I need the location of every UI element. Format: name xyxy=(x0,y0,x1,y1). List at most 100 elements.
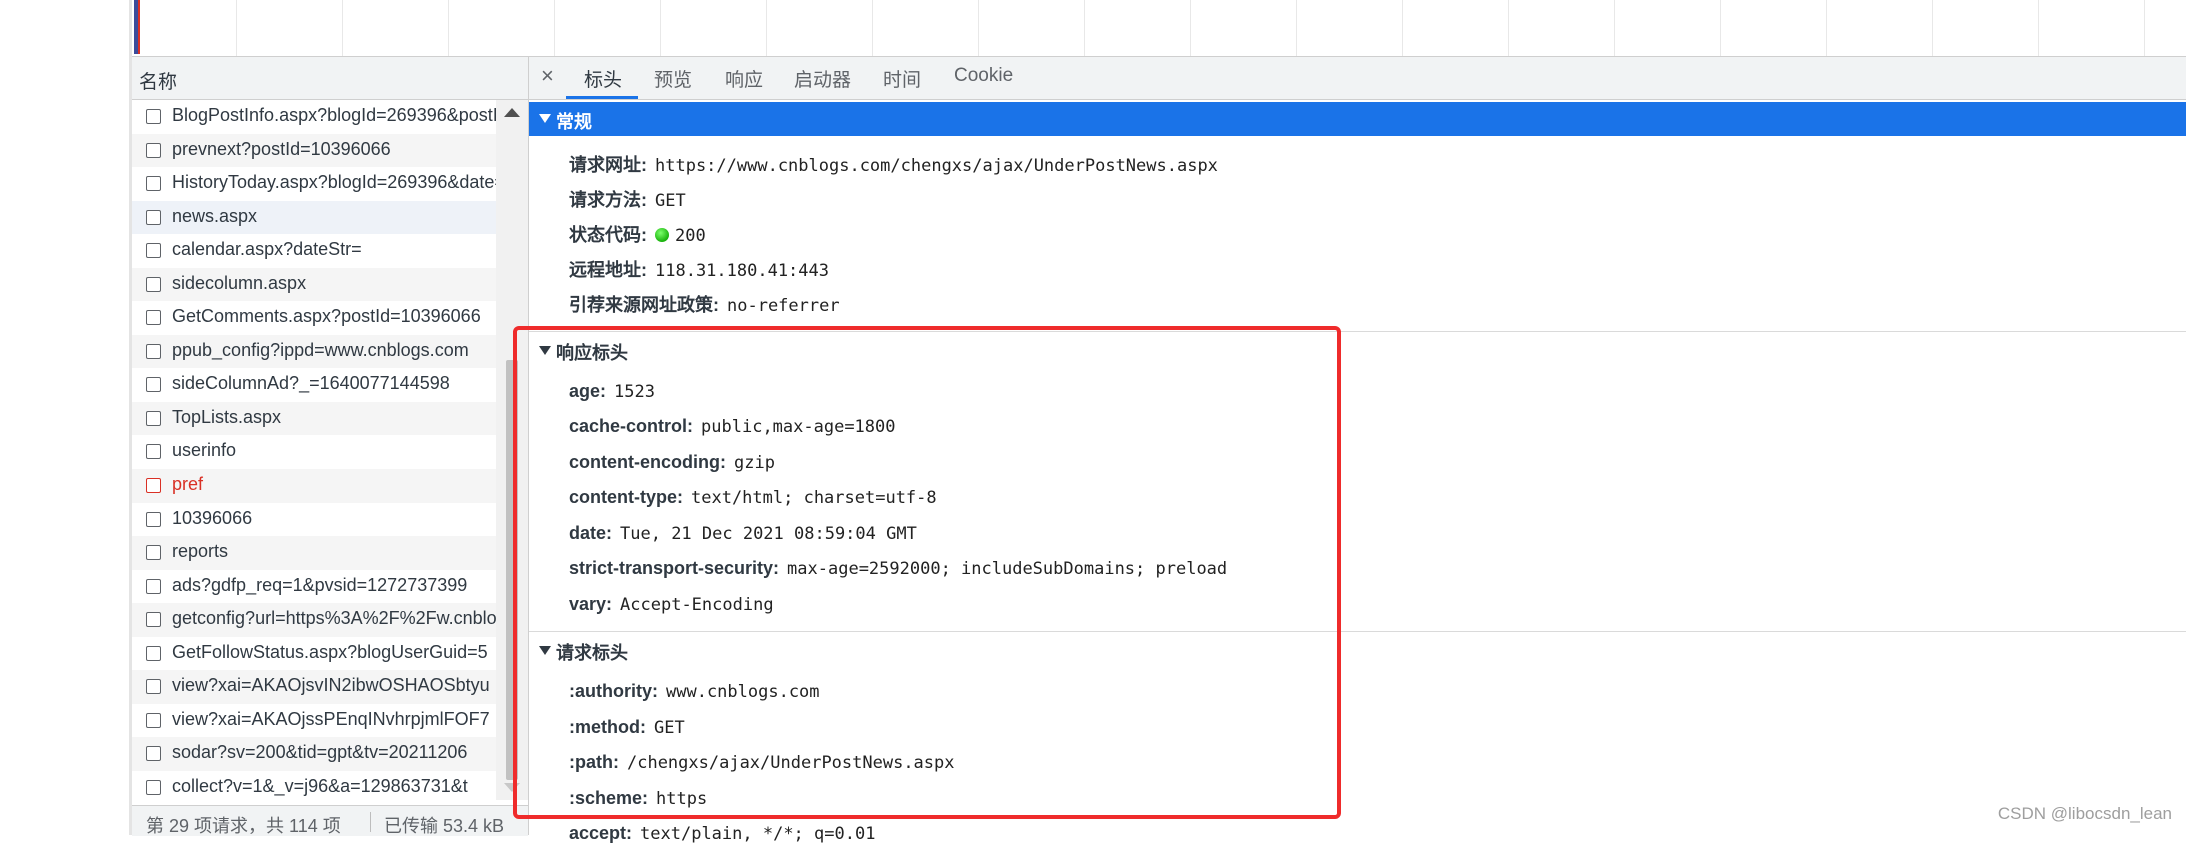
request-row[interactable]: 10396066 xyxy=(132,503,496,537)
header-value: 118.31.180.41:443 xyxy=(655,261,829,281)
status-ok-icon xyxy=(655,228,669,242)
active-tab-indicator xyxy=(566,96,638,99)
request-row[interactable]: news.aspx xyxy=(132,200,496,235)
request-name: calendar.aspx?dateStr= xyxy=(172,239,362,260)
request-type-icon xyxy=(146,746,161,762)
timeline-overview[interactable] xyxy=(132,0,2186,57)
request-type-icon xyxy=(146,679,161,695)
request-type-icon xyxy=(146,410,161,426)
request-row[interactable]: sidecolumn.aspx xyxy=(132,267,496,302)
timeline-tick xyxy=(660,0,661,56)
request-type-icon xyxy=(146,343,161,359)
request-row[interactable]: ads?gdfp_req=1&pvsid=1272737399 xyxy=(132,570,496,604)
details-tab-bar: × 标头 预览 响应 启动器 时间 Cookie xyxy=(529,57,2186,100)
timeline-tick xyxy=(2144,0,2145,56)
request-name: 10396066 xyxy=(172,507,253,528)
header-value: no-referrer xyxy=(727,296,840,316)
request-row[interactable]: GetFollowStatus.aspx?blogUserGuid=5 xyxy=(132,637,496,671)
request-name: GetFollowStatus.aspx?blogUserGuid=5 xyxy=(172,641,488,662)
header-value: GET xyxy=(655,191,686,211)
request-type-icon xyxy=(146,779,161,795)
timeline-tick xyxy=(342,0,343,56)
request-row[interactable]: collect?v=1&_v=j96&a=129863731&t xyxy=(132,771,496,800)
request-name: ads?gdfp_req=1&pvsid=1272737399 xyxy=(172,574,468,595)
request-name: HistoryToday.aspx?blogId=269396&date= xyxy=(172,172,496,193)
request-name: getconfig?url=https%3A%2F%2Fw.cnblogs xyxy=(172,608,496,629)
annotation-highlight-box xyxy=(513,326,1341,819)
tab-response[interactable]: 响应 xyxy=(725,65,763,92)
request-type-icon xyxy=(146,176,161,192)
request-type-icon xyxy=(146,712,161,728)
request-row[interactable]: BlogPostInfo.aspx?blogId=269396&postId=1… xyxy=(132,100,496,134)
request-name: TopLists.aspx xyxy=(172,406,282,427)
request-row[interactable]: TopLists.aspx xyxy=(132,401,496,436)
request-name: collect?v=1&_v=j96&a=129863731&t xyxy=(172,775,468,796)
timeline-tick xyxy=(1402,0,1403,56)
request-name: pref xyxy=(172,474,204,495)
general-row-url: 请求网址: https://www.cnblogs.com/chengxs/aja… xyxy=(569,151,1218,177)
tab-cookies[interactable]: Cookie xyxy=(954,65,1013,87)
request-row[interactable]: reports xyxy=(132,536,496,570)
status-divider xyxy=(370,812,371,832)
request-name: GetComments.aspx?postId=10396066 xyxy=(172,306,481,327)
timeline-tick xyxy=(1296,0,1297,56)
general-row-referrer-policy: 引荐来源网址政策: no-referrer xyxy=(569,291,840,317)
header-value: https://www.cnblogs.com/chengxs/ajax/Und… xyxy=(655,156,1218,176)
request-type-icon xyxy=(146,612,161,628)
general-row-status: 状态代码: 200 xyxy=(569,221,706,247)
request-name: BlogPostInfo.aspx?blogId=269396&postId=1… xyxy=(172,105,496,125)
collapse-triangle-icon xyxy=(539,114,551,123)
general-row-method: 请求方法: GET xyxy=(569,186,686,212)
request-type-icon xyxy=(146,478,161,494)
request-row[interactable]: calendar.aspx?dateStr= xyxy=(132,234,496,268)
general-section-header[interactable]: 常规 xyxy=(529,102,2186,136)
timeline-tick xyxy=(448,0,449,56)
timeline-tick xyxy=(1720,0,1721,56)
header-key: 请求方法: xyxy=(569,190,647,210)
watermark: CSDN @libocsdn_lean xyxy=(1997,804,2172,823)
timeline-tick xyxy=(766,0,767,56)
scroll-up-arrow-icon[interactable] xyxy=(504,108,520,117)
request-row[interactable]: ppub_config?ippd=www.cnblogs.com xyxy=(132,334,496,369)
request-name: sidecolumn.aspx xyxy=(172,272,307,293)
request-row[interactable]: userinfo xyxy=(132,435,496,469)
request-row[interactable]: getconfig?url=https%3A%2F%2Fw.cnblogs xyxy=(132,603,496,637)
network-status-bar: 第 29 项请求，共 114 项 已传输 53.4 kB xyxy=(132,805,528,836)
general-row-remote-address: 远程地址: 118.31.180.41:443 xyxy=(569,256,829,282)
request-name: view?xai=AKAOjsvIN2ibwOSHAOSbtyu xyxy=(172,675,490,696)
request-name-panel: 名称 BlogPostInfo.aspx?blogId=269396&postI… xyxy=(132,57,529,836)
tab-initiator[interactable]: 启动器 xyxy=(794,65,851,92)
tab-preview[interactable]: 预览 xyxy=(654,65,692,92)
name-column-label: 名称 xyxy=(139,72,178,93)
request-type-icon xyxy=(146,310,161,326)
request-name: news.aspx xyxy=(172,205,258,226)
request-type-icon xyxy=(146,243,161,259)
name-column-header[interactable]: 名称 xyxy=(132,57,528,100)
request-row[interactable]: pref xyxy=(132,469,496,503)
request-row[interactable]: sideColumnAd?_=1640077144598 xyxy=(132,368,496,402)
request-row[interactable]: HistoryToday.aspx?blogId=269396&date= xyxy=(132,167,496,201)
request-list: BlogPostInfo.aspx?blogId=269396&postId=1… xyxy=(132,100,496,800)
request-type-icon xyxy=(146,377,161,393)
request-name: prevnext?postId=10396066 xyxy=(172,138,391,159)
tab-headers[interactable]: 标头 xyxy=(584,65,622,92)
request-row[interactable]: sodar?sv=200&tid=gpt&tv=20211206 xyxy=(132,737,496,771)
tab-timing[interactable]: 时间 xyxy=(883,65,921,92)
request-type-icon xyxy=(146,578,161,594)
request-name: reports xyxy=(172,541,229,562)
timeline-tick xyxy=(1932,0,1933,56)
timeline-marker-red xyxy=(138,0,140,54)
close-icon[interactable]: × xyxy=(541,63,554,89)
request-type-icon xyxy=(146,209,161,225)
request-type-icon xyxy=(146,142,161,158)
header-key: 远程地址: xyxy=(569,260,647,280)
request-row[interactable]: prevnext?postId=10396066 xyxy=(132,133,496,168)
timeline-tick xyxy=(1826,0,1827,56)
request-row[interactable]: view?xai=AKAOjssPEnqINvhrpjmlFOF7 xyxy=(132,704,496,738)
timeline-tick xyxy=(554,0,555,56)
request-row[interactable]: view?xai=AKAOjsvIN2ibwOSHAOSbtyu xyxy=(132,670,496,704)
request-row[interactable]: GetComments.aspx?postId=10396066 xyxy=(132,301,496,335)
timeline-tick xyxy=(872,0,873,56)
timeline-tick xyxy=(1508,0,1509,56)
timeline-tick xyxy=(236,0,237,56)
